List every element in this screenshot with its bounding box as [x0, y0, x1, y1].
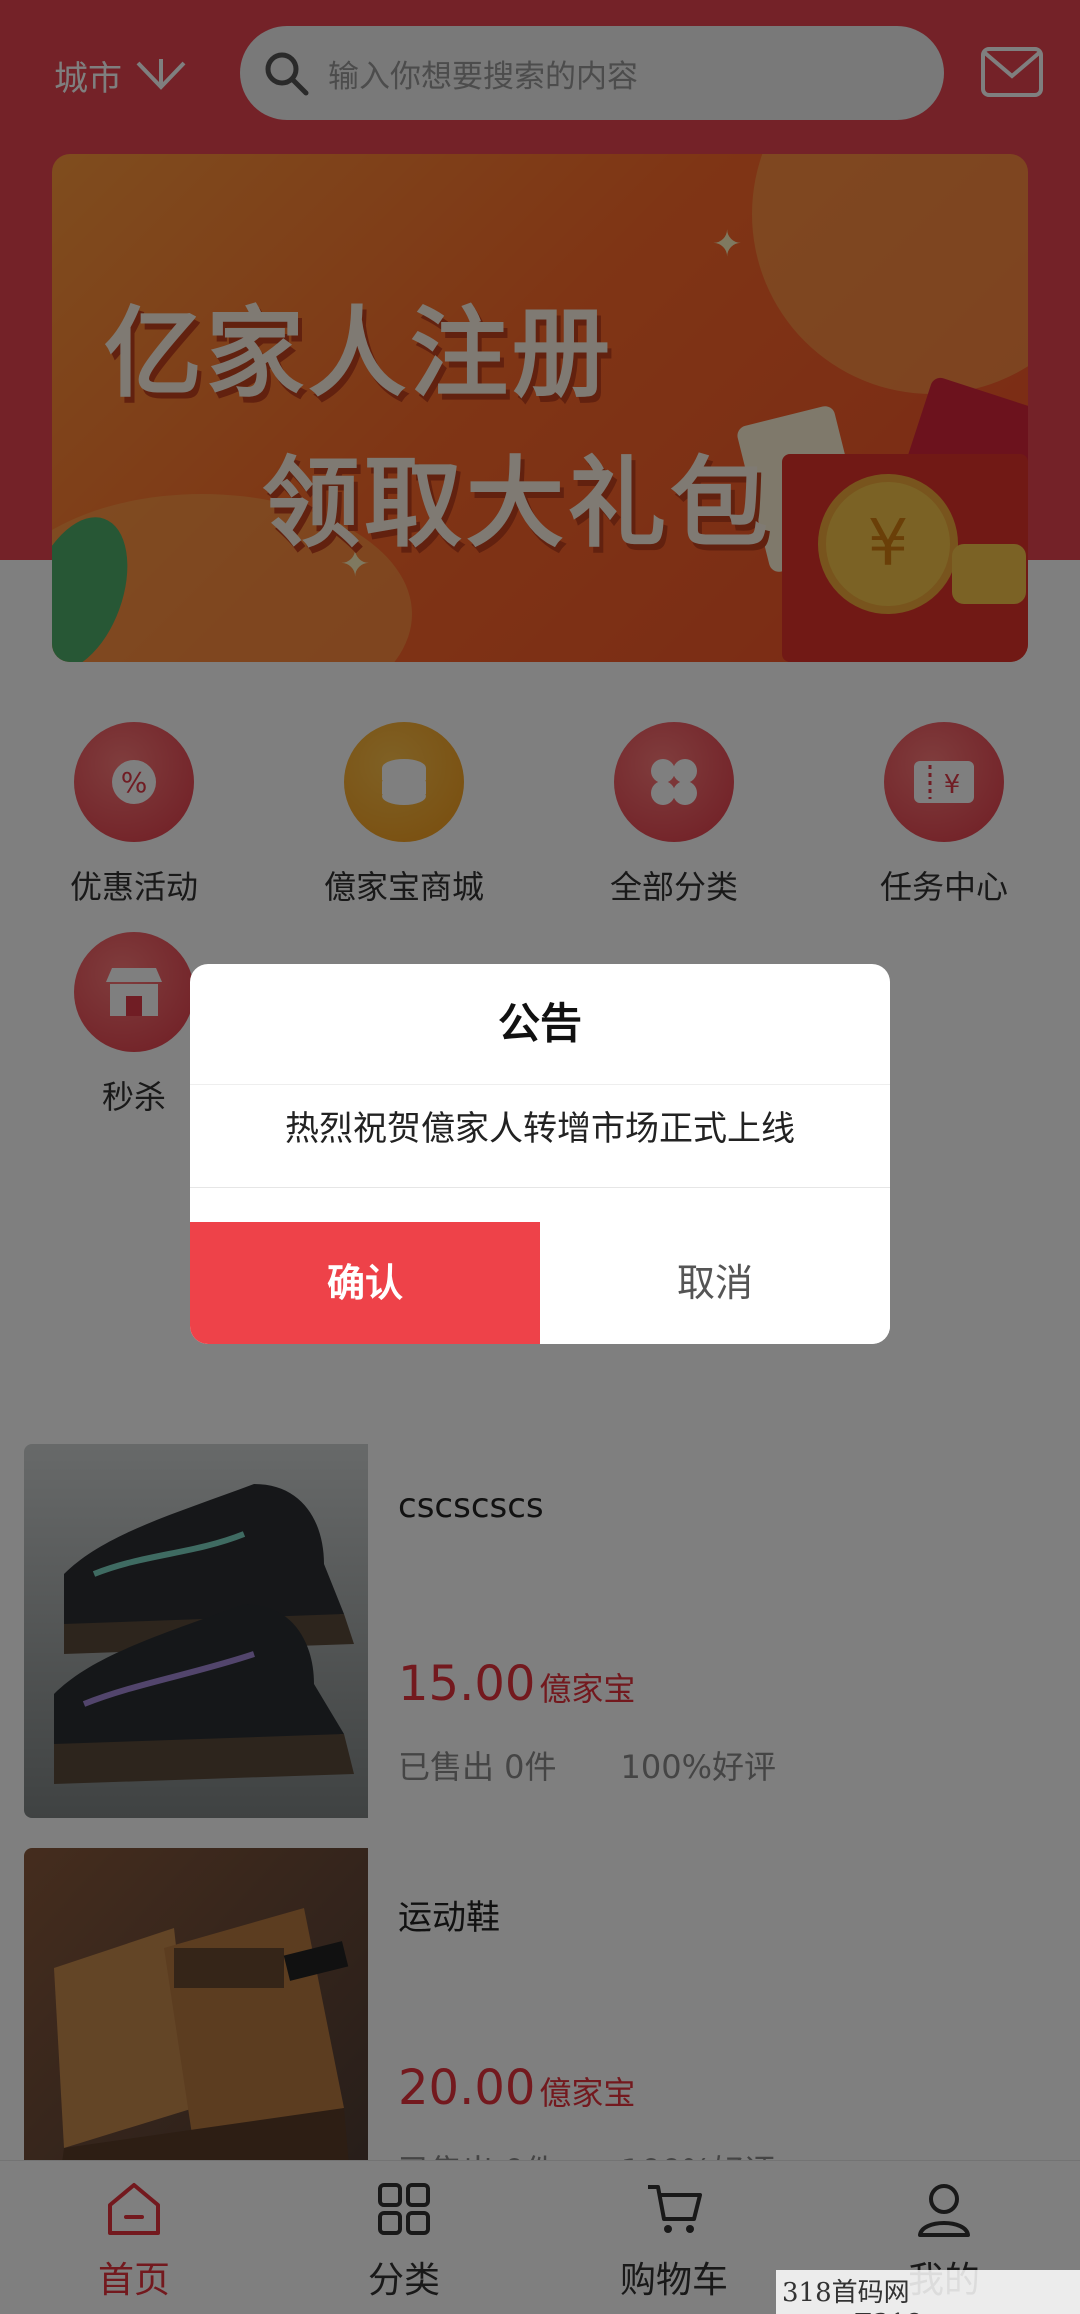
dialog-message: 热烈祝贺億家人转增市场正式上线	[190, 1084, 890, 1188]
watermark: 318首码网 www.E318.com	[776, 2270, 1080, 2314]
home-page: 城市 输入你想要搜索的内容 ¥ ✦ ✦ 亿家人注册	[0, 0, 1080, 2314]
confirm-button[interactable]: 确认	[190, 1222, 540, 1344]
announcement-dialog: 公告 热烈祝贺億家人转增市场正式上线 确认 取消	[190, 964, 890, 1344]
cancel-button[interactable]: 取消	[540, 1222, 890, 1344]
dialog-title: 公告	[190, 964, 890, 1085]
